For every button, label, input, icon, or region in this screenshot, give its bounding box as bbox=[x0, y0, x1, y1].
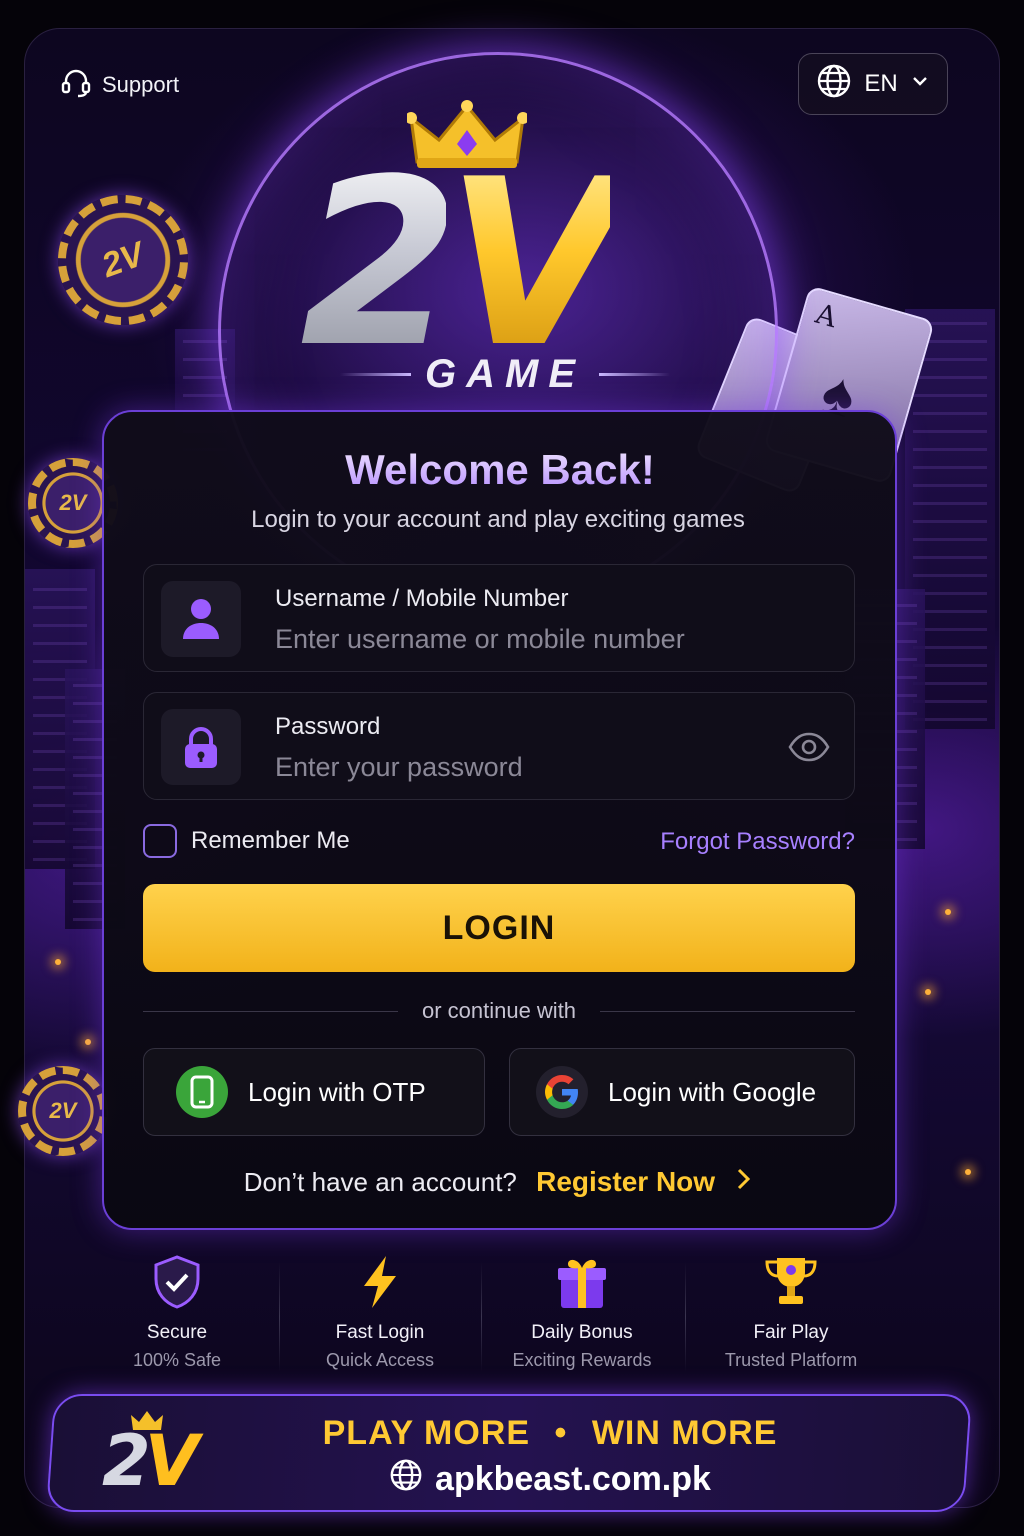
gift-icon bbox=[482, 1252, 682, 1312]
google-login-button[interactable]: Login with Google bbox=[509, 1048, 855, 1136]
feature-fair-play: Fair Play Trusted Platform bbox=[691, 1252, 891, 1371]
divider: or continue with bbox=[143, 998, 855, 1024]
phone-icon bbox=[176, 1066, 228, 1118]
language-label: EN bbox=[864, 70, 898, 97]
register-prompt: Don’t have an account? Register Now bbox=[0, 1166, 996, 1198]
logo-subtitle: GAME bbox=[340, 352, 670, 397]
password-label: Password bbox=[275, 713, 381, 740]
eye-icon[interactable] bbox=[788, 731, 830, 768]
otp-login-label: Login with OTP bbox=[248, 1076, 426, 1107]
remember-label: Remember Me bbox=[191, 827, 350, 854]
forgot-password-link[interactable]: Forgot Password? bbox=[660, 828, 855, 856]
logo-line-left bbox=[340, 373, 411, 376]
slogan-separator: • bbox=[554, 1414, 568, 1452]
support-label: Support bbox=[102, 72, 180, 97]
otp-login-button[interactable]: Login with OTP bbox=[143, 1048, 485, 1136]
password-input[interactable] bbox=[275, 749, 795, 785]
light-dot bbox=[925, 989, 931, 995]
feature-secure: Secure 100% Safe bbox=[77, 1252, 277, 1371]
slogan-left: PLAY MORE bbox=[322, 1414, 531, 1452]
username-input[interactable] bbox=[275, 621, 795, 657]
feature-title: Daily Bonus bbox=[531, 1322, 633, 1343]
slogan-right: WIN MORE bbox=[591, 1414, 778, 1452]
website-text: apkbeast.com.pk bbox=[435, 1460, 711, 1498]
user-icon bbox=[161, 581, 241, 657]
support-button[interactable]: Support bbox=[60, 66, 179, 104]
feature-subtitle: 100% Safe bbox=[132, 1350, 222, 1370]
feature-subtitle: Quick Access bbox=[325, 1350, 435, 1370]
google-login-label: Login with Google bbox=[608, 1076, 817, 1107]
logo-line-right bbox=[599, 373, 670, 376]
welcome-title: Welcome Back! bbox=[0, 446, 1000, 494]
light-dot bbox=[945, 909, 951, 915]
register-link[interactable]: Register Now bbox=[536, 1166, 715, 1197]
feature-subtitle: Exciting Rewards bbox=[512, 1350, 652, 1370]
welcome-subtitle: Login to your account and play exciting … bbox=[251, 506, 745, 533]
lock-icon bbox=[161, 709, 241, 785]
light-dot bbox=[55, 959, 61, 965]
banner-logo: 2V bbox=[102, 1420, 199, 1502]
remember-me[interactable]: Remember Me bbox=[143, 824, 350, 858]
divider-line bbox=[143, 1010, 398, 1012]
password-field[interactable]: Password bbox=[143, 692, 855, 800]
feature-daily-bonus: Daily Bonus Exciting Rewards bbox=[482, 1252, 682, 1371]
banner-logo-2: 2 bbox=[102, 1420, 151, 1502]
brand-logo: 2V bbox=[300, 150, 624, 380]
feature-title: Fast Login bbox=[335, 1322, 425, 1343]
no-account-text: Don’t have an account? bbox=[243, 1167, 517, 1197]
lightning-icon bbox=[280, 1252, 480, 1312]
logo-subtitle-text: GAME bbox=[425, 352, 585, 396]
casino-chip-icon: 2V bbox=[18, 1066, 108, 1156]
globe-icon bbox=[816, 63, 852, 106]
login-button[interactable]: LOGIN bbox=[143, 884, 855, 972]
username-field[interactable]: Username / Mobile Number bbox=[143, 564, 855, 672]
feature-subtitle: Trusted Platform bbox=[724, 1350, 858, 1370]
globe-icon bbox=[389, 1458, 423, 1501]
username-label: Username / Mobile Number bbox=[275, 585, 569, 612]
shield-check-icon bbox=[77, 1252, 277, 1312]
chevron-right-icon[interactable] bbox=[736, 1166, 752, 1197]
headset-icon bbox=[60, 66, 92, 104]
feature-separator bbox=[685, 1262, 686, 1372]
google-icon bbox=[536, 1066, 588, 1118]
feature-fast-login: Fast Login Quick Access bbox=[280, 1252, 480, 1371]
feature-title: Fair Play bbox=[753, 1322, 829, 1343]
divider-line bbox=[600, 1010, 855, 1012]
trophy-icon bbox=[691, 1252, 891, 1312]
website-link[interactable]: apkbeast.com.pk bbox=[300, 1458, 800, 1501]
feature-title: Secure bbox=[146, 1322, 208, 1343]
language-selector[interactable]: EN bbox=[798, 53, 948, 115]
light-dot bbox=[85, 1039, 91, 1045]
banner-slogan: PLAY MORE • WIN MORE bbox=[300, 1414, 800, 1453]
divider-text: or continue with bbox=[421, 998, 577, 1023]
banner-logo-v: V bbox=[144, 1420, 199, 1502]
remember-checkbox[interactable] bbox=[143, 824, 177, 858]
chevron-down-icon bbox=[910, 70, 930, 98]
